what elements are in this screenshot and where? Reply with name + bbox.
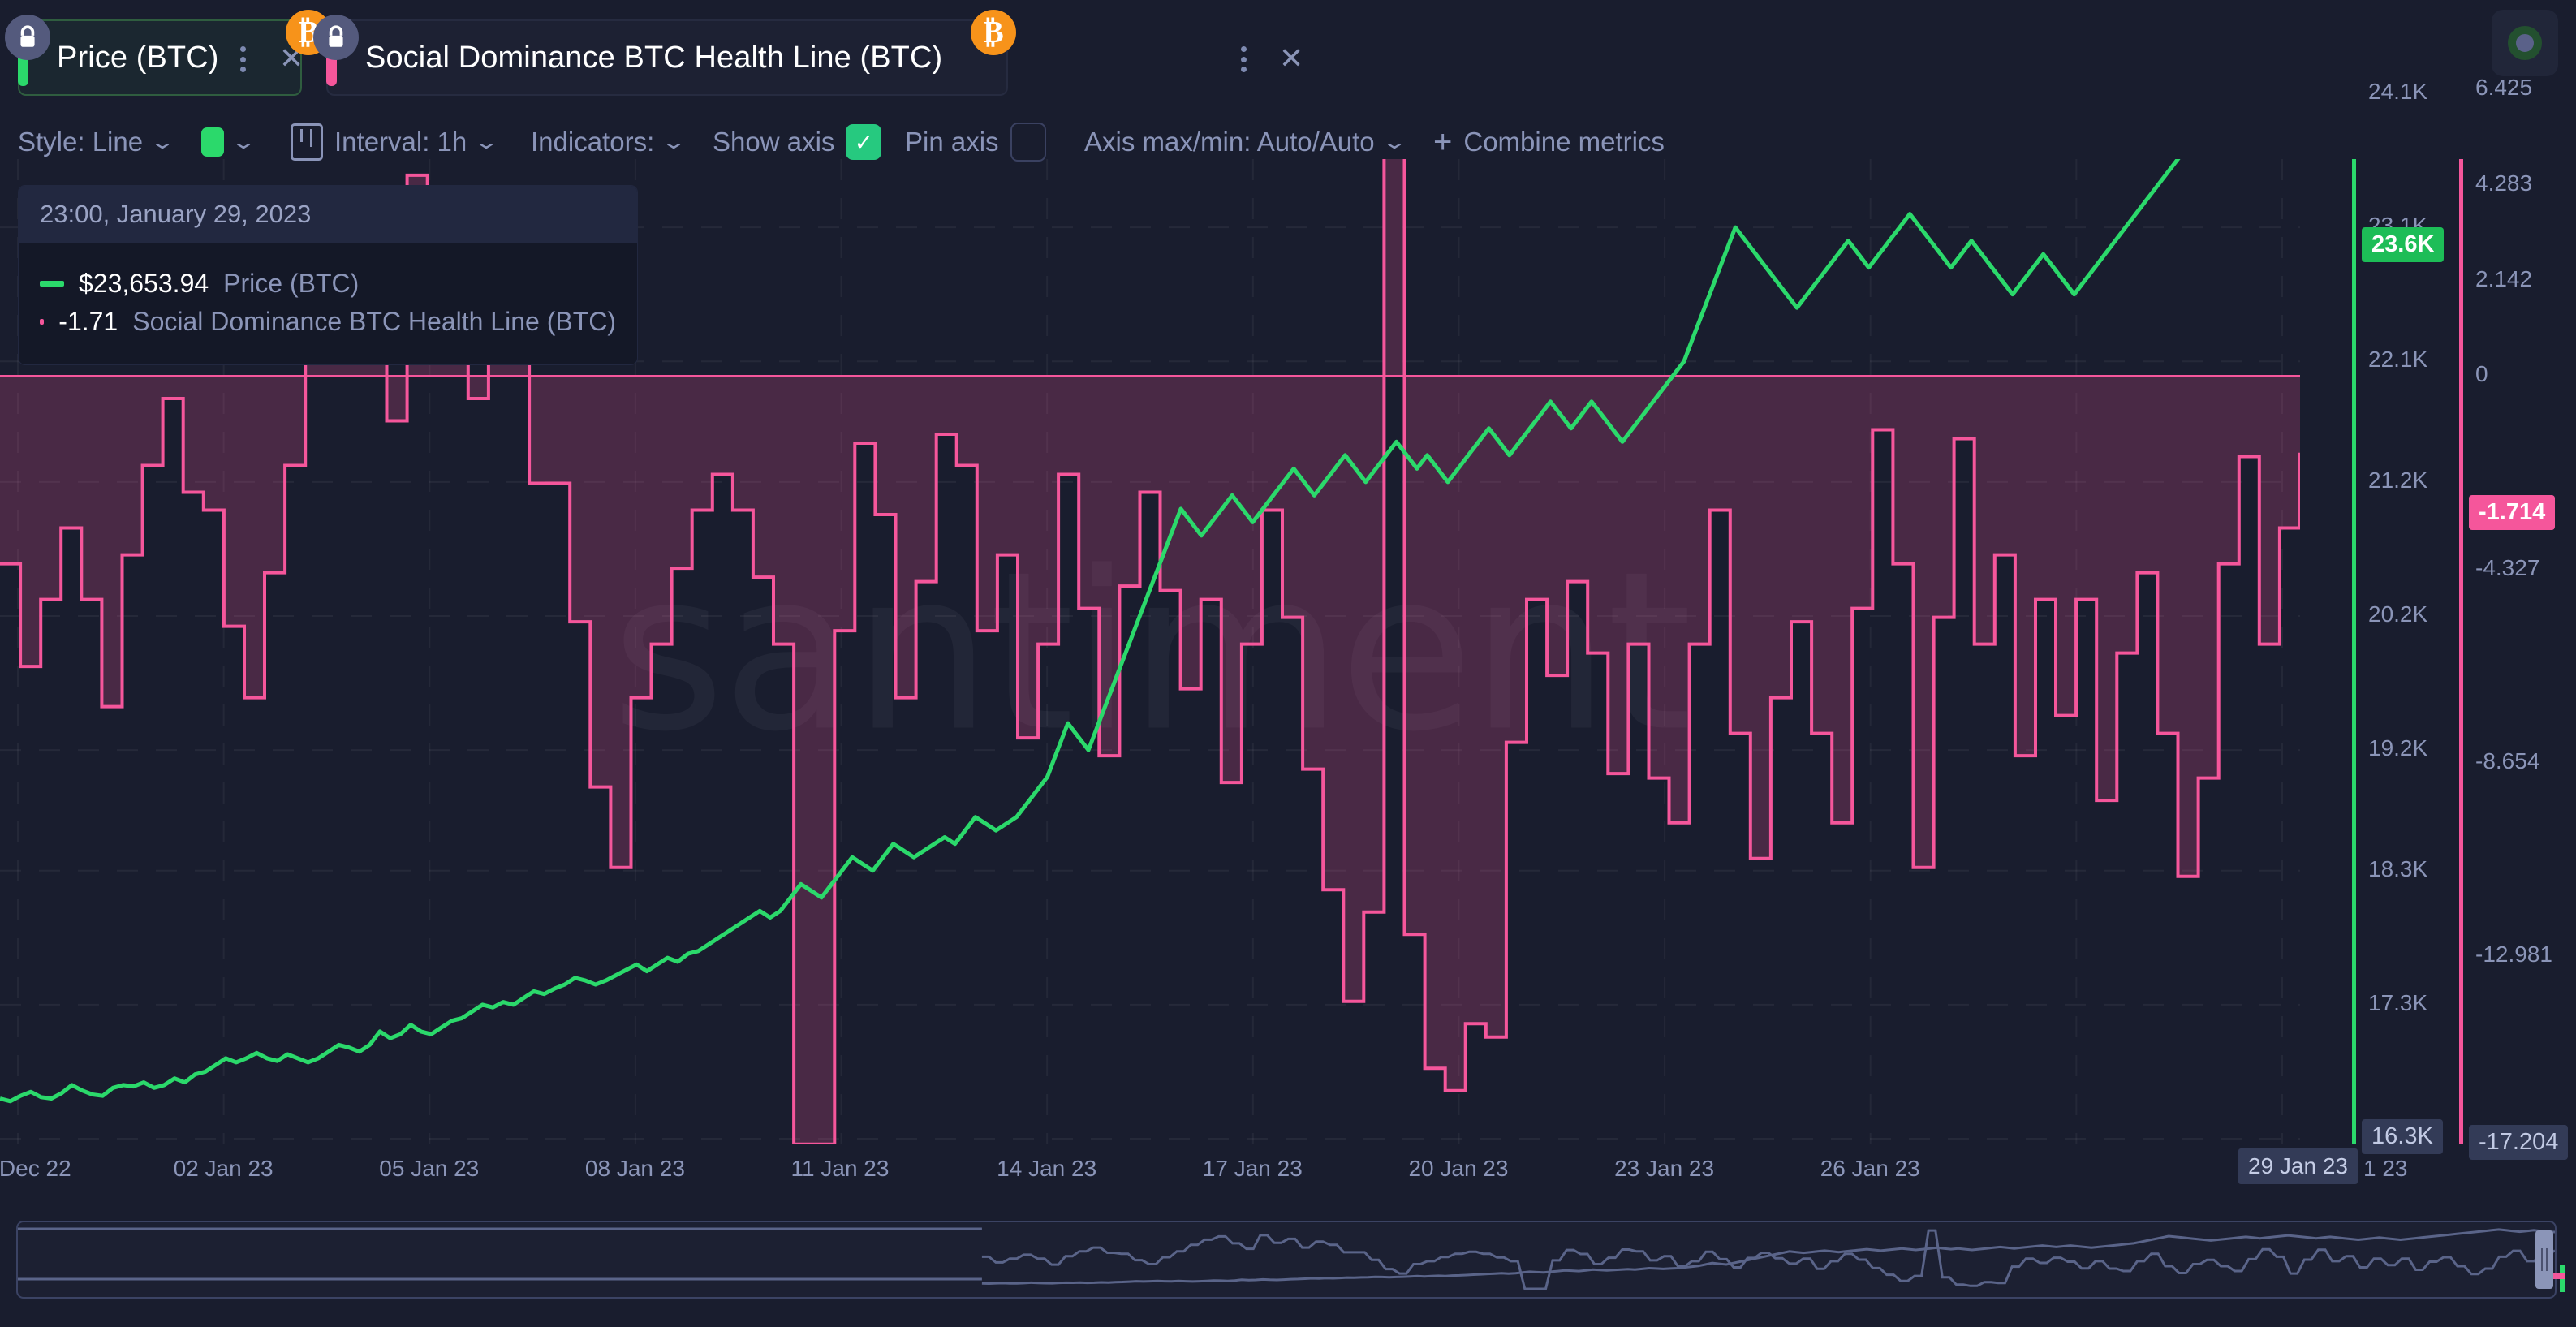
navigator-social-marker	[2553, 1273, 2565, 1279]
social-axis-tick: 2.142	[2475, 266, 2532, 292]
price-axis-tick: 20.2K	[2368, 601, 2427, 627]
theme-toggle-button[interactable]	[2492, 10, 2558, 76]
price-axis-current-badge: 23.6K	[2362, 227, 2444, 262]
tooltip-value: $23,653.94	[79, 269, 209, 299]
plus-icon: +	[1433, 129, 1452, 155]
chart-tooltip: 23:00, January 29, 2023 $23,653.94 Price…	[18, 185, 638, 365]
checkbox-checked-icon[interactable]: ✓	[846, 124, 881, 160]
price-axis-line	[2352, 159, 2356, 1144]
price-axis-min-badge: 16.3K	[2362, 1119, 2443, 1154]
x-axis-tick: 08 Jan 23	[585, 1156, 685, 1182]
social-axis-tick: -8.654	[2475, 748, 2539, 774]
tab-social-dominance[interactable]: Social Dominance BTC Health Line (BTC) ✕	[326, 19, 1008, 96]
tab-label: Social Dominance BTC Health Line (BTC)	[365, 41, 942, 75]
x-axis-tick: 02 Jan 23	[174, 1156, 274, 1182]
x-axis-tick: 30 Dec 22	[0, 1156, 71, 1182]
x-axis-tick: 05 Jan 23	[379, 1156, 479, 1182]
tooltip-value: -1.71	[58, 307, 118, 337]
tooltip-series-name: Social Dominance BTC Health Line (BTC)	[132, 307, 616, 337]
kebab-menu-icon[interactable]	[232, 43, 253, 75]
x-axis-tick: 1 23	[2363, 1156, 2408, 1182]
price-axis-tick: 19.2K	[2368, 735, 2427, 761]
show-axis-label: Show axis	[713, 127, 834, 157]
x-axis	[0, 1144, 2300, 1192]
tooltip-row-social: -1.71 Social Dominance BTC Health Line (…	[40, 307, 616, 337]
social-axis-tick: 6.425	[2475, 75, 2532, 101]
x-axis-tick: 11 Jan 23	[791, 1156, 890, 1182]
social-axis-tick: 0	[2475, 361, 2488, 387]
lock-icon	[5, 15, 50, 60]
tooltip-rows: $23,653.94 Price (BTC) -1.71 Social Domi…	[19, 243, 637, 364]
theme-toggle-icon	[2508, 26, 2542, 60]
price-axis-tick: 21.2K	[2368, 467, 2427, 493]
axis-minmax-label: Axis max/min: Auto/Auto	[1084, 127, 1375, 157]
kebab-menu-icon[interactable]	[1233, 43, 1254, 75]
social-axis-current-badge: -1.714	[2469, 495, 2555, 530]
bitcoin-icon: ₿	[971, 10, 1016, 55]
navigator-preview	[18, 1222, 2555, 1297]
chart-application: Price (BTC) ✕ ₿ Social Dominance BTC Hea…	[0, 0, 2576, 1327]
tooltip-timestamp: 23:00, January 29, 2023	[19, 186, 637, 243]
tab-label: Price (BTC)	[57, 41, 219, 75]
range-navigator[interactable]	[16, 1221, 2557, 1299]
series-color-dash	[40, 281, 64, 287]
price-axis-tick: 24.1K	[2368, 79, 2427, 105]
x-axis-tick: 26 Jan 23	[1820, 1156, 1920, 1182]
candlestick-icon	[291, 123, 323, 161]
indicators-label: Indicators:	[531, 127, 654, 157]
x-axis-tick: 14 Jan 23	[997, 1156, 1096, 1182]
interval-label: Interval: 1h	[334, 127, 467, 157]
x-axis-tick: 20 Jan 23	[1408, 1156, 1508, 1182]
chevron-down-icon: ⌄	[1381, 131, 1407, 154]
price-axis-tick: 22.1K	[2368, 347, 2427, 373]
social-axis-tick: 4.283	[2475, 170, 2532, 196]
tab-price-btc[interactable]: Price (BTC) ✕	[18, 19, 302, 96]
style-label: Style: Line	[18, 127, 143, 157]
pin-axis-label: Pin axis	[905, 127, 999, 157]
range-handle-right[interactable]	[2535, 1230, 2553, 1289]
x-axis-tick: 23 Jan 23	[1614, 1156, 1714, 1182]
chevron-down-icon: ⌄	[473, 131, 499, 154]
metric-tab-bar: Price (BTC) ✕ ₿ Social Dominance BTC Hea…	[0, 0, 2576, 104]
tooltip-series-name: Price (BTC)	[223, 269, 359, 299]
social-axis-line	[2459, 159, 2463, 1144]
checkbox-unchecked-icon[interactable]	[1010, 123, 1046, 162]
price-axis-tick: 17.3K	[2368, 990, 2427, 1016]
x-axis-cursor-label: 29 Jan 23	[2238, 1148, 2358, 1184]
close-icon[interactable]: ✕	[1279, 44, 1303, 73]
chevron-down-icon: ⌄	[149, 131, 175, 154]
chevron-down-icon: ⌄	[230, 131, 256, 154]
social-axis-min-badge: -17.204	[2469, 1125, 2568, 1160]
chevron-down-icon: ⌄	[661, 131, 687, 154]
x-axis-tick: 17 Jan 23	[1203, 1156, 1303, 1182]
social-axis-tick: -12.981	[2475, 941, 2552, 967]
social-axis-tick: -4.327	[2475, 555, 2539, 581]
tooltip-row-price: $23,653.94 Price (BTC)	[40, 269, 616, 299]
combine-metrics-label: Combine metrics	[1463, 127, 1665, 157]
price-axis-tick: 18.3K	[2368, 856, 2427, 882]
lock-icon	[313, 15, 359, 60]
series-color-dash	[40, 319, 44, 325]
color-swatch	[201, 127, 224, 157]
